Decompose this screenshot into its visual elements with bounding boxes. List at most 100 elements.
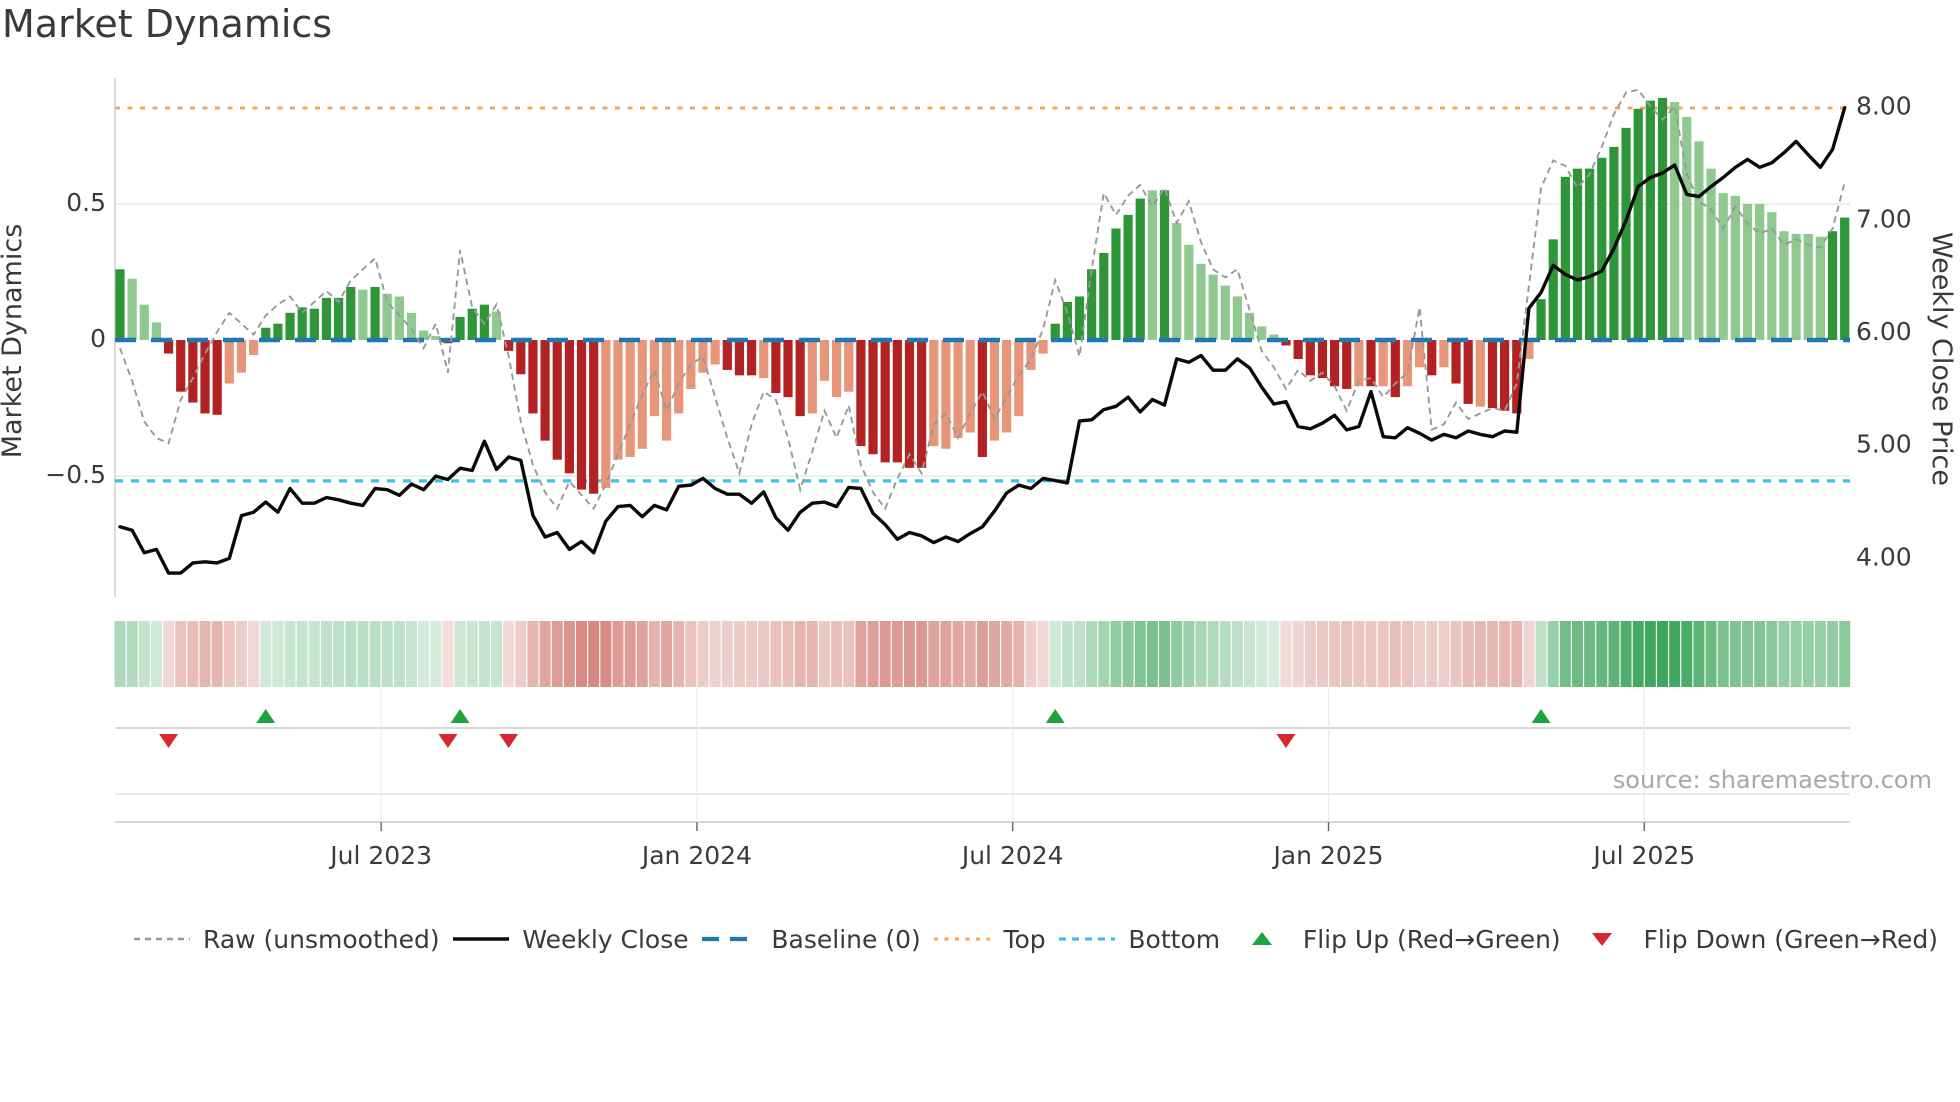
- heatmap-cell: [697, 621, 709, 687]
- osc-bar: [1135, 198, 1145, 340]
- legend-swatch-flip-up: [1233, 925, 1291, 954]
- heatmap-cell: [454, 621, 466, 687]
- legend-item-baseline: Baseline (0): [701, 924, 921, 954]
- osc-bar: [589, 340, 599, 494]
- legend-label: Weekly Close: [522, 924, 689, 954]
- heatmap-cell: [1195, 621, 1207, 687]
- heatmap-cell: [1584, 621, 1596, 687]
- osc-bar: [516, 340, 526, 375]
- heatmap-cell: [442, 621, 454, 687]
- chart-legend: Raw (unsmoothed) Weekly Close Baseline (0)…: [0, 916, 1960, 962]
- heatmap-cell: [1292, 621, 1304, 687]
- heatmap-cell: [199, 621, 211, 687]
- heatmap-cell: [369, 621, 381, 687]
- heatmap-cell: [964, 621, 976, 687]
- osc-bar: [832, 340, 842, 398]
- osc-bar: [200, 340, 210, 414]
- heatmap-cell: [721, 621, 733, 687]
- heatmap-cell: [1074, 621, 1086, 687]
- heatmap-cell: [673, 621, 685, 687]
- heatmap-cell: [1365, 621, 1377, 687]
- osc-bar: [1755, 204, 1765, 340]
- tick-label: 0: [90, 324, 106, 353]
- legend-swatch-raw: [133, 925, 191, 954]
- tick-label: Jul 2023: [328, 841, 432, 870]
- heatmap-cell: [916, 621, 928, 687]
- osc-bar: [1378, 340, 1388, 387]
- heatmap-cell: [248, 621, 260, 687]
- heatmap-cell: [1657, 621, 1669, 687]
- heatmap-cell: [588, 621, 600, 687]
- osc-bar: [127, 278, 137, 340]
- osc-bar: [1585, 168, 1595, 340]
- market-dynamics-figure: Market Dynamics Market Dynamics Weekly C…: [0, 0, 1960, 1102]
- heatmap-cell: [1414, 621, 1426, 687]
- osc-bar: [394, 296, 404, 340]
- osc-bar: [151, 322, 162, 340]
- heatmap-cell: [1280, 621, 1292, 687]
- heatmap-cell: [1268, 621, 1280, 687]
- heatmap-cell: [1353, 621, 1365, 687]
- heatmap-cell: [843, 621, 855, 687]
- osc-bar: [1840, 217, 1850, 340]
- osc-bar: [1718, 193, 1728, 340]
- osc-bar: [406, 312, 417, 340]
- osc-bar: [710, 340, 720, 365]
- osc-bar: [734, 340, 745, 376]
- heatmap-cell: [1571, 621, 1583, 687]
- osc-bar: [1014, 340, 1024, 417]
- heatmap-cell: [357, 621, 369, 687]
- osc-bar: [224, 340, 234, 384]
- heatmap-cell: [1559, 621, 1571, 687]
- heatmap-cell: [491, 621, 503, 687]
- heatmap-cell: [940, 621, 952, 687]
- heatmap-cell: [539, 621, 551, 687]
- osc-bar: [844, 340, 854, 392]
- heatmap-cell: [782, 621, 794, 687]
- heatmap-cell: [1244, 621, 1256, 687]
- osc-bar: [358, 289, 368, 340]
- osc-bar: [1002, 340, 1012, 433]
- osc-bar: [1645, 100, 1655, 340]
- heatmap-cell: [685, 621, 697, 687]
- osc-bar: [1657, 97, 1668, 340]
- heatmap-cell: [612, 621, 624, 687]
- osc-bar: [455, 316, 465, 340]
- legend-label: Baseline (0): [771, 924, 921, 954]
- tick-label: 0.5: [66, 188, 106, 217]
- flip-down-marker: [159, 734, 179, 748]
- heatmap-cell: [1231, 621, 1243, 687]
- heatmap-cell: [709, 621, 721, 687]
- heatmap-cell: [1790, 621, 1802, 687]
- heatmap-cell: [1693, 621, 1705, 687]
- osc-bar: [115, 269, 125, 340]
- heatmap-cell: [1438, 621, 1450, 687]
- oscillator-bars: [115, 97, 1850, 494]
- heatmap-cell: [855, 621, 867, 687]
- heatmap-cell: [1110, 621, 1122, 687]
- heatmap-cell: [260, 621, 272, 687]
- heatmap-cell: [1426, 621, 1438, 687]
- heatmap-cell: [1037, 621, 1049, 687]
- heatmap-cell: [1013, 621, 1025, 687]
- osc-bar: [746, 340, 757, 376]
- osc-bar: [1111, 228, 1121, 340]
- heatmap-cell: [405, 621, 417, 687]
- osc-bar: [334, 297, 344, 340]
- heatmap-cell: [1632, 621, 1644, 687]
- osc-bar: [1815, 236, 1826, 340]
- legend-swatch-top: [933, 925, 991, 954]
- heatmap-cell: [333, 621, 345, 687]
- osc-bar: [1439, 340, 1449, 368]
- osc-bar: [1184, 244, 1194, 340]
- heatmap-cell: [600, 621, 612, 687]
- heatmap-cell: [1159, 621, 1171, 687]
- heatmap-cell: [187, 621, 199, 687]
- osc-bar: [1803, 233, 1813, 340]
- osc-bar: [176, 340, 186, 392]
- heatmap-cell: [1098, 621, 1110, 687]
- heatmap-cell: [770, 621, 782, 687]
- heatmap-cell: [1061, 621, 1073, 687]
- heatmap-cell: [1511, 621, 1523, 687]
- osc-bar: [795, 340, 805, 417]
